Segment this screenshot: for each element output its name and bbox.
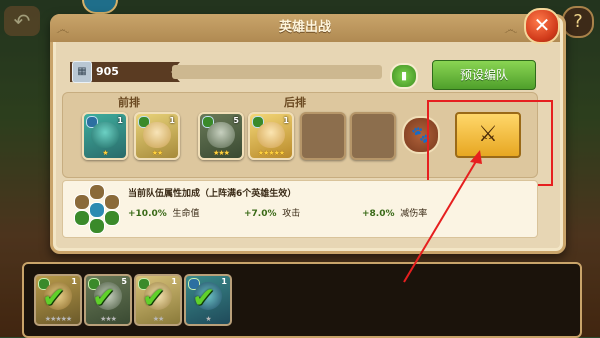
guide-arrow-line: [403, 157, 479, 283]
guide-arrow: [403, 150, 482, 283]
guide-arrow-head: [470, 150, 482, 164]
